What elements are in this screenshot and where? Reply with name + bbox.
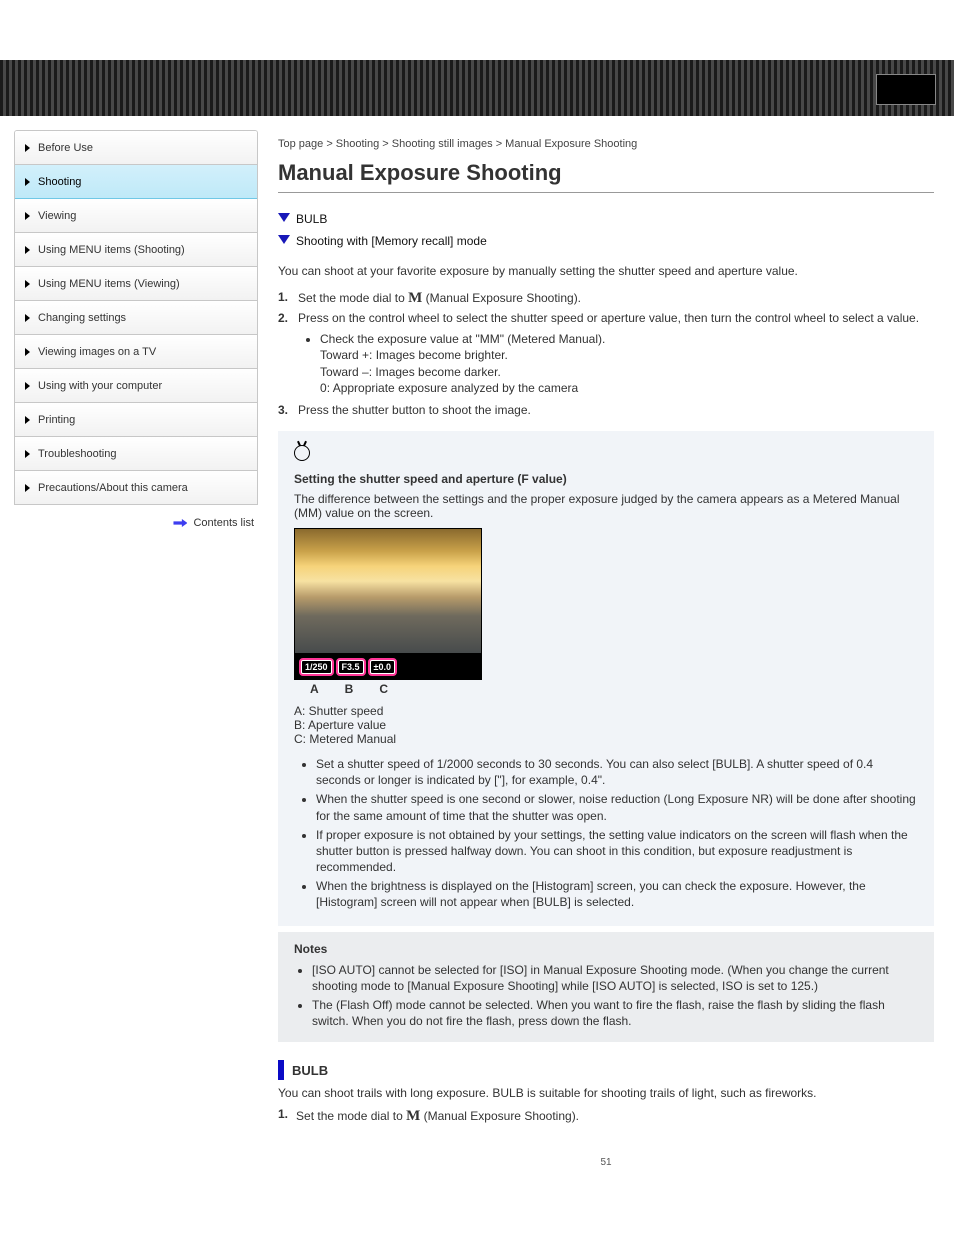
sidebar-item-tv[interactable]: Viewing images on a TV xyxy=(15,335,257,369)
contents-list-link[interactable]: Contents list xyxy=(14,517,254,529)
sidebar-item-label: Before Use xyxy=(38,142,93,154)
label-c: C xyxy=(379,682,388,696)
sidebar-item-label: Troubleshooting xyxy=(38,448,116,460)
caret-right-icon xyxy=(25,280,30,288)
tip-bullet: Set a shutter speed of 1/2000 seconds to… xyxy=(316,756,918,788)
bulb-step: 1. Set the mode dial to M (Manual Exposu… xyxy=(278,1106,934,1126)
legend-a: A: Shutter speed xyxy=(294,704,918,718)
sidebar-item-label: Printing xyxy=(38,414,75,426)
caret-right-icon xyxy=(25,382,30,390)
tip-heading: Setting the shutter speed and aperture (… xyxy=(294,472,918,486)
contents-list-label: Contents list xyxy=(193,517,254,529)
header-band xyxy=(0,60,954,116)
sidebar-item-label: Precautions/About this camera xyxy=(38,482,188,494)
step-body: Set the mode dial to M (Manual Exposure … xyxy=(298,290,934,307)
step-number: 1. xyxy=(278,290,288,307)
arrow-right-icon xyxy=(173,519,187,527)
related-bar-icon xyxy=(278,1060,284,1080)
sidebar-item-label: Using MENU items (Viewing) xyxy=(38,278,180,290)
sidebar-item-label: Shooting xyxy=(38,176,81,188)
jump-link-label: Shooting with [Memory recall] mode xyxy=(296,234,487,248)
label-b: B xyxy=(345,682,354,696)
mode-m-icon: M xyxy=(408,290,422,306)
tip-box: Setting the shutter speed and aperture (… xyxy=(278,431,934,926)
sidebar-item-precautions[interactable]: Precautions/About this camera xyxy=(15,471,257,505)
aperture-pill: F3.5 xyxy=(337,659,365,675)
sidebar-item-label: Using with your computer xyxy=(38,380,162,392)
sidebar-item-label: Using MENU items (Shooting) xyxy=(38,244,185,256)
caret-right-icon xyxy=(25,212,30,220)
sidebar-nav: Before Use Shooting Viewing Using MENU i… xyxy=(14,130,258,505)
tip-icon xyxy=(294,445,310,461)
sidebar-item-label: Viewing xyxy=(38,210,76,222)
label-a: A xyxy=(310,682,319,696)
notes-title: Notes xyxy=(294,942,918,956)
jump-link-label: BULB xyxy=(296,212,327,226)
sidebar-item-trouble[interactable]: Troubleshooting xyxy=(15,437,257,471)
triangle-down-icon xyxy=(278,235,290,244)
legend-c: C: Metered Manual xyxy=(294,732,918,746)
intro-text: You can shoot at your favorite exposure … xyxy=(278,264,934,278)
sidebar-item-label: Changing settings xyxy=(38,312,126,324)
page-number: 51 xyxy=(278,1157,934,1188)
step-body: Press the shutter button to shoot the im… xyxy=(298,403,934,417)
tip-bullet: If proper exposure is not obtained by yo… xyxy=(316,827,918,876)
caret-right-icon xyxy=(25,450,30,458)
search-box[interactable] xyxy=(876,74,936,105)
legend-b: B: Aperture value xyxy=(294,718,918,732)
jump-link-bulb[interactable]: BULB xyxy=(278,209,934,231)
breadcrumb: Top page > Shooting > Shooting still ima… xyxy=(278,138,934,150)
sidebar-item-printing[interactable]: Printing xyxy=(15,403,257,437)
sidebar-item-viewing[interactable]: Viewing xyxy=(15,199,257,233)
jump-link-memory[interactable]: Shooting with [Memory recall] mode xyxy=(278,231,934,253)
tip-bullet: When the brightness is displayed on the … xyxy=(316,878,918,910)
shutter-pill: 1/250 xyxy=(300,659,333,675)
sidebar-item-computer[interactable]: Using with your computer xyxy=(15,369,257,403)
bulb-heading: BULB xyxy=(292,1063,328,1078)
mm-pill: ±0.0 xyxy=(369,659,396,675)
example-photo: 1/250 F3.5 ±0.0 A B C xyxy=(294,528,482,696)
sidebar-item-settings[interactable]: Changing settings xyxy=(15,301,257,335)
page-title: Manual Exposure Shooting xyxy=(278,160,934,193)
step-body: Press on the control wheel to select the… xyxy=(298,311,934,399)
caret-right-icon xyxy=(25,246,30,254)
step-number: 2. xyxy=(278,311,288,399)
note-item: [ISO AUTO] cannot be selected for [ISO] … xyxy=(312,962,918,994)
caret-right-icon xyxy=(25,314,30,322)
notes-box: Notes [ISO AUTO] cannot be selected for … xyxy=(278,932,934,1043)
sidebar-item-before-use[interactable]: Before Use xyxy=(15,131,257,165)
sidebar-item-shooting[interactable]: Shooting xyxy=(15,165,257,199)
triangle-down-icon xyxy=(278,213,290,222)
tip-bullet: When the shutter speed is one second or … xyxy=(316,791,918,823)
sidebar-item-label: Viewing images on a TV xyxy=(38,346,156,358)
caret-right-icon xyxy=(25,484,30,492)
bulb-body: You can shoot trails with long exposure.… xyxy=(278,1086,934,1100)
step-bullet: Check the exposure value at "MM" (Metere… xyxy=(320,331,934,396)
note-item: The (Flash Off) mode cannot be selected.… xyxy=(312,997,918,1029)
sidebar-item-menu-view[interactable]: Using MENU items (Viewing) xyxy=(15,267,257,301)
caret-right-icon xyxy=(25,416,30,424)
sidebar-item-menu-shoot[interactable]: Using MENU items (Shooting) xyxy=(15,233,257,267)
caret-right-icon xyxy=(25,178,30,186)
step-number: 3. xyxy=(278,403,288,417)
mode-m-icon: M xyxy=(406,1108,420,1124)
caret-right-icon xyxy=(25,348,30,356)
caret-right-icon xyxy=(25,144,30,152)
tip-body: The difference between the settings and … xyxy=(294,492,918,520)
